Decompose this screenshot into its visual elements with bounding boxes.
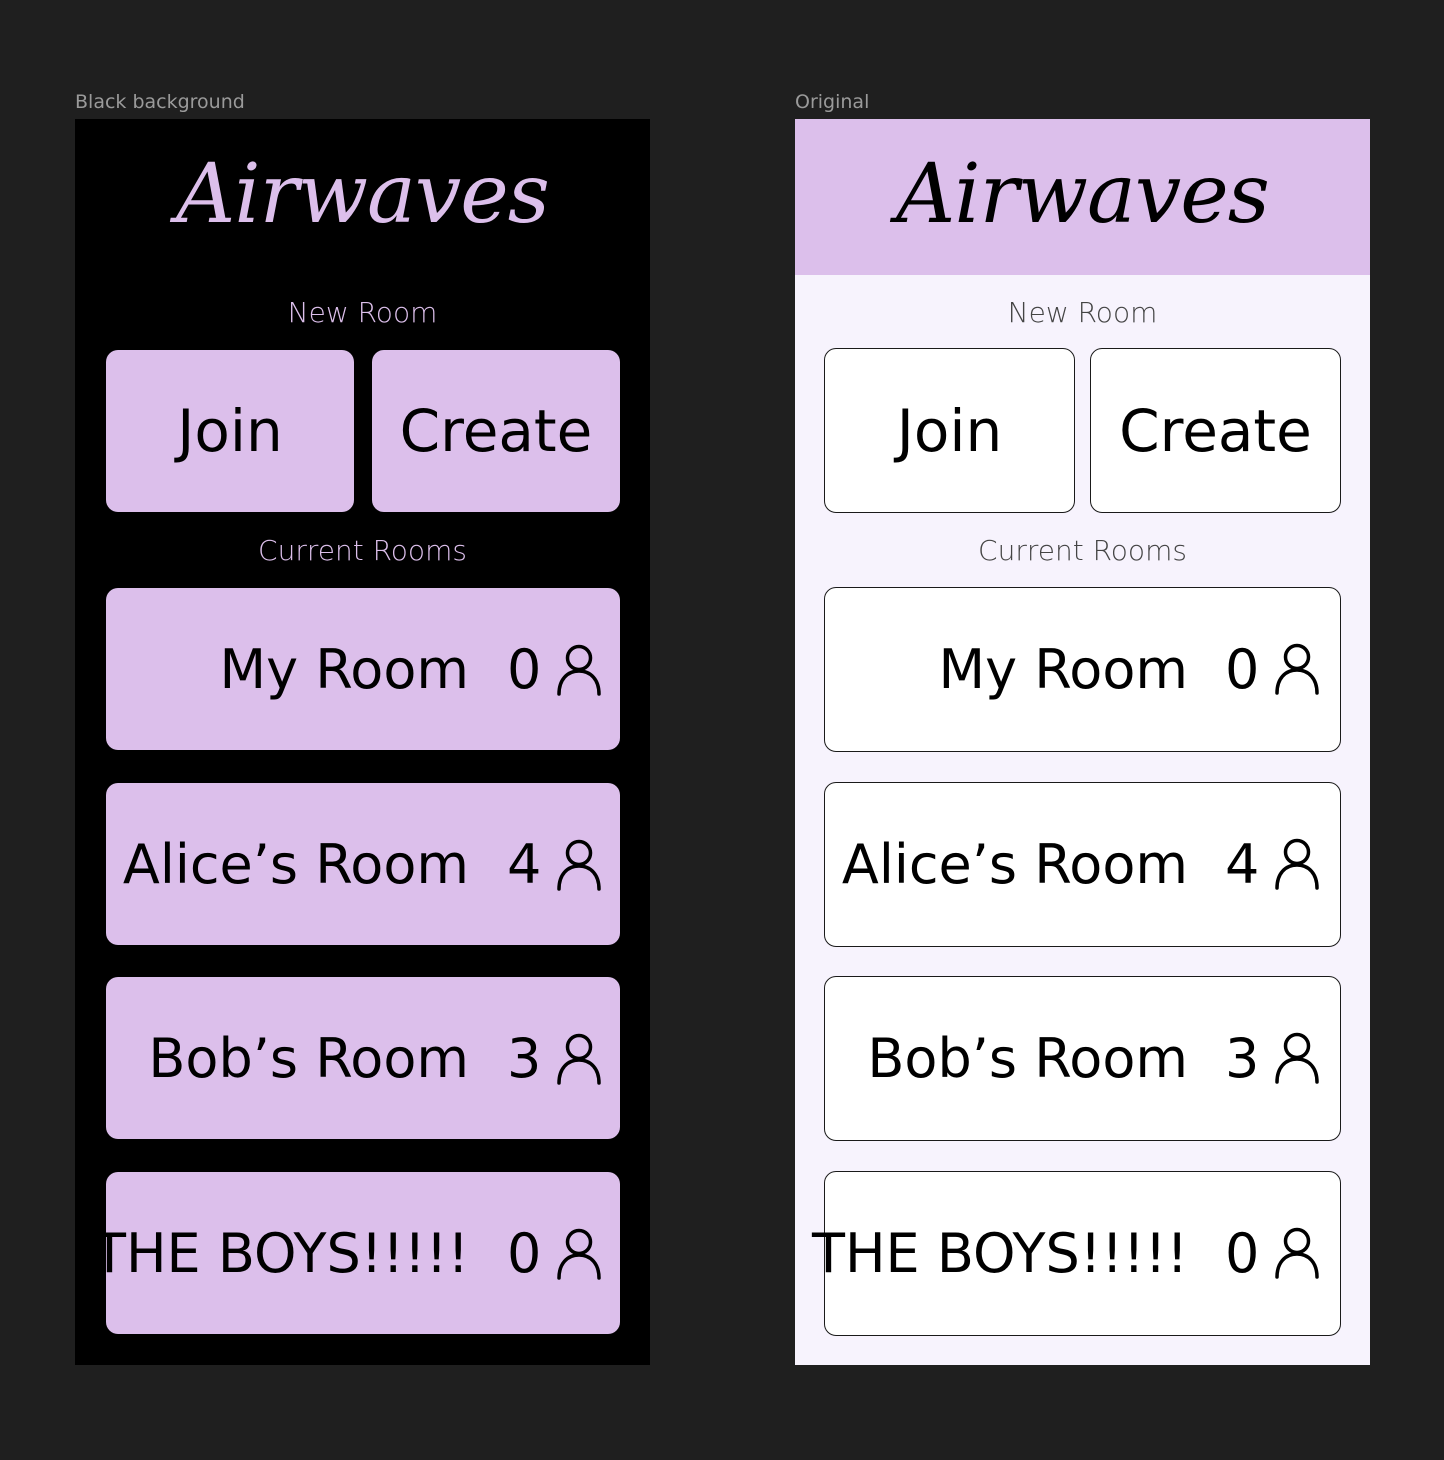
room-card[interactable]: Alice’s Room 4	[824, 782, 1341, 947]
room-occupant-count: 0	[507, 637, 542, 701]
frame-label-original: Original	[795, 91, 870, 113]
room-occupant-count: 3	[1225, 1027, 1260, 1090]
room-name: Bob’s Room	[867, 1027, 1188, 1090]
room-name: Alice’s Room	[122, 832, 469, 896]
room-name: Bob’s Room	[148, 1026, 469, 1090]
room-name: My Room	[219, 637, 470, 701]
current-rooms-title: Current Rooms	[978, 534, 1187, 567]
person-icon	[557, 1228, 601, 1280]
room-card[interactable]: My Room 0	[824, 587, 1341, 752]
person-icon	[1275, 643, 1319, 695]
room-occupant-count: 0	[1225, 1222, 1260, 1285]
room-occupant-count: 4	[507, 832, 542, 896]
room-occupant-count: 3	[507, 1026, 542, 1090]
frame-black-background: Airwaves New Room Join Create Current Ro…	[75, 119, 650, 1365]
person-icon	[1275, 1227, 1319, 1279]
room-occupant-count: 0	[507, 1221, 542, 1285]
create-button[interactable]: Create	[372, 350, 620, 512]
room-name: Alice’s Room	[841, 833, 1188, 896]
person-icon	[557, 1033, 601, 1085]
person-icon	[557, 839, 601, 891]
room-occupant-count: 0	[1225, 638, 1260, 701]
app-header: Airwaves	[75, 119, 650, 275]
room-card[interactable]: Bob’s Room 3	[824, 976, 1341, 1141]
new-room-title: New Room	[287, 296, 438, 329]
join-button[interactable]: Join	[824, 348, 1075, 513]
person-icon	[1275, 1032, 1319, 1084]
frame-label-black-background: Black background	[75, 91, 245, 113]
app-header: Airwaves	[795, 119, 1370, 275]
room-name: THE BOYS!!!!!	[811, 1222, 1188, 1285]
room-card[interactable]: Alice’s Room 4	[106, 783, 620, 945]
frame-original: Airwaves New Room Join Create Current Ro…	[795, 119, 1370, 1365]
current-rooms-title: Current Rooms	[258, 534, 467, 567]
room-card[interactable]: THE BOYS!!!!! 0	[93, 1172, 620, 1334]
room-occupant-count: 4	[1225, 833, 1260, 896]
room-name: My Room	[938, 638, 1189, 701]
new-room-title: New Room	[1007, 296, 1158, 329]
person-icon	[557, 644, 601, 696]
app-logo: Airwaves	[176, 147, 550, 242]
room-name: THE BOYS!!!!!	[92, 1221, 469, 1285]
create-button[interactable]: Create	[1090, 348, 1341, 513]
room-card[interactable]: Bob’s Room 3	[106, 977, 620, 1139]
join-button[interactable]: Join	[106, 350, 354, 512]
person-icon	[1275, 838, 1319, 890]
app-logo: Airwaves	[896, 147, 1270, 242]
room-card[interactable]: My Room 0	[106, 588, 620, 750]
room-card[interactable]: THE BOYS!!!!! 0	[812, 1171, 1341, 1336]
